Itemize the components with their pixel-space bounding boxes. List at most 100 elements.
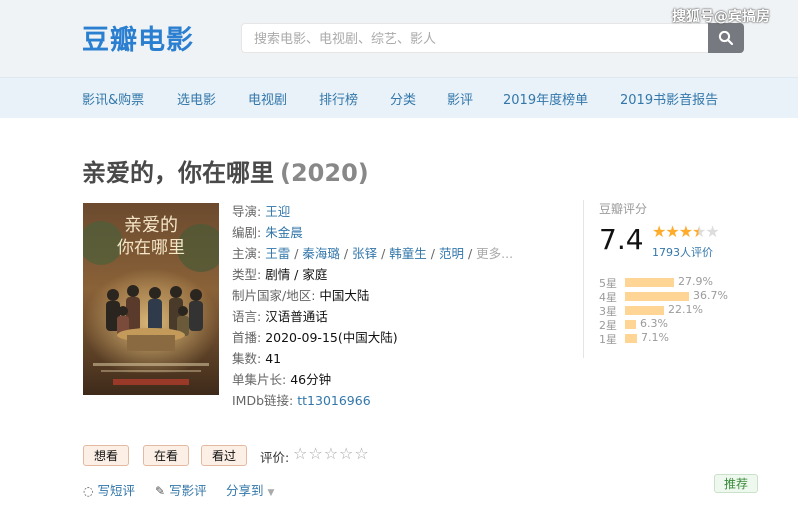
empty-star-icon[interactable]: ☆: [339, 444, 354, 463]
rating-row-pct: 22.1%: [668, 303, 703, 316]
writer-label: 编剧:: [232, 225, 262, 240]
rating-bar: [625, 320, 636, 329]
title-text: 亲爱的，你在哪里: [82, 159, 274, 187]
rating-row-pct: 36.7%: [693, 289, 728, 302]
empty-star-icon: ★: [705, 222, 719, 241]
write-short-review-label: 写短评: [97, 483, 135, 498]
poster-title-2: 你在哪里: [117, 238, 185, 258]
share-label: 分享到: [226, 483, 264, 498]
language-label: 语言:: [232, 309, 262, 324]
director-link[interactable]: 王迎: [265, 204, 290, 219]
genre-value: 剧情 / 家庭: [265, 267, 328, 282]
empty-star-icon[interactable]: ☆: [354, 444, 369, 463]
language-row: 语言: 汉语普通话: [232, 306, 513, 327]
cast-link[interactable]: 张铎: [352, 246, 377, 261]
share-dropdown[interactable]: 分享到 ▼: [226, 480, 274, 499]
nav-item-review[interactable]: 影评: [447, 89, 473, 108]
poster-image[interactable]: 亲爱的 你在哪里: [83, 203, 219, 395]
empty-star-icon[interactable]: ☆: [308, 444, 323, 463]
page-title: 亲爱的，你在哪里 (2020): [82, 153, 369, 188]
nav-item-report-2019[interactable]: 2019书影音报告: [620, 89, 718, 108]
write-review-link[interactable]: ✎ 写影评: [155, 480, 207, 499]
empty-star-icon[interactable]: ☆: [324, 444, 339, 463]
imdb-link[interactable]: tt13016966: [297, 393, 370, 408]
rating-row-pct: 27.9%: [678, 275, 713, 288]
episodes-value: 41: [265, 351, 282, 366]
watched-button[interactable]: 看过: [201, 445, 248, 466]
premiere-label: 首播:: [232, 330, 262, 345]
imdb-label: IMDb链接:: [232, 393, 294, 408]
star-icon: ★: [665, 222, 679, 241]
rating-row-pct: 7.1%: [641, 331, 669, 344]
cast-link[interactable]: 韩童生: [389, 246, 427, 261]
poster-title-1: 亲爱的: [124, 215, 178, 236]
search-box[interactable]: [241, 23, 709, 54]
imdb-row: IMDb链接: tt13016966: [232, 390, 513, 411]
rating-panel: 豆瓣评分 7.4 ★★★★★ 1793人评价 5星 27.9% 4星 36.7%…: [583, 200, 764, 358]
nav-item-tv[interactable]: 电视剧: [248, 89, 287, 108]
write-short-review-link[interactable]: ◌ 写短评: [83, 480, 135, 499]
rating-stars: ★★★★★: [652, 222, 720, 241]
country-label: 制片国家/地区:: [232, 288, 316, 303]
runtime-label: 单集片长:: [232, 372, 287, 387]
watching-button[interactable]: 在看: [143, 445, 190, 466]
pencil-icon: ✎: [155, 484, 166, 498]
search-button[interactable]: [708, 23, 744, 53]
rating-score: 7.4: [599, 223, 644, 256]
country-value: 中国大陆: [319, 288, 370, 303]
title-year: (2020): [280, 159, 369, 187]
rating-title: 豆瓣评分: [599, 202, 648, 216]
top-bar: 豆瓣电影 搜狐号@宾搞房: [0, 0, 798, 77]
poster-illustration: 亲爱的 你在哪里: [83, 203, 219, 395]
director-label: 导演:: [232, 204, 262, 219]
search-input[interactable]: [242, 24, 696, 54]
runtime-value: 46分钟: [290, 372, 332, 387]
genre-row: 类型: 剧情 / 家庭: [232, 264, 513, 285]
cast-separator: /: [290, 246, 303, 261]
rating-row-label: 1星: [599, 333, 617, 346]
write-review-label: 写影评: [169, 483, 207, 498]
info-panel: 导演: 王迎 编剧: 朱金晨 主演: 王雷 / 秦海璐 / 张铎 / 韩童生 /…: [232, 201, 513, 411]
rating-count-link[interactable]: 1793人评价: [652, 244, 713, 260]
writer-link[interactable]: 朱金晨: [265, 225, 303, 240]
nav-item-explore[interactable]: 选电影: [177, 89, 216, 108]
cast-separator: /: [426, 246, 439, 261]
star-icon: ★: [678, 222, 693, 241]
douban-movie-logo[interactable]: 豆瓣电影: [82, 18, 194, 57]
recommend-button[interactable]: 推荐: [714, 474, 758, 493]
writer-row: 编剧: 朱金晨: [232, 222, 513, 243]
cast-link[interactable]: 范明: [439, 246, 464, 261]
rating-bar: [625, 278, 674, 287]
nav-bar: 影讯&购票 选电影 电视剧 排行榜 分类 影评 2019年度榜单 2019书影音…: [0, 77, 798, 118]
nav-item-tickets[interactable]: 影讯&购票: [82, 89, 144, 108]
cast-link[interactable]: 秦海璐: [302, 246, 340, 261]
half-star-icon: ★: [692, 222, 706, 241]
want-to-watch-button[interactable]: 想看: [83, 445, 130, 466]
rate-label: 评价:: [260, 450, 290, 465]
cast-separator: /: [339, 246, 353, 261]
star-icon: ★: [652, 222, 666, 241]
cast-link[interactable]: 王雷: [265, 246, 290, 261]
cast-separator: /: [377, 246, 390, 261]
rating-bar: [625, 334, 637, 343]
premiere-value: 2020-09-15(中国大陆): [265, 330, 398, 345]
episodes-row: 集数: 41: [232, 348, 513, 369]
country-row: 制片国家/地区: 中国大陆: [232, 285, 513, 306]
cast-more-link[interactable]: 更多...: [476, 246, 513, 261]
rating-bar: [625, 306, 664, 315]
nav-item-annual-2019[interactable]: 2019年度榜单: [503, 89, 588, 108]
nav-item-tag[interactable]: 分类: [390, 89, 416, 108]
user-rating-stars[interactable]: ☆☆☆☆☆: [293, 444, 370, 463]
language-value: 汉语普通话: [265, 309, 328, 324]
episodes-label: 集数:: [232, 351, 262, 366]
empty-star-icon[interactable]: ☆: [293, 444, 308, 463]
cast-separator: /: [463, 246, 477, 261]
nav-item-chart[interactable]: 排行榜: [319, 89, 358, 108]
chevron-down-icon: ▼: [267, 488, 275, 498]
search-icon: [718, 30, 734, 46]
cast-row: 主演: 王雷 / 秦海璐 / 张铎 / 韩童生 / 范明 / 更多...: [232, 243, 513, 264]
runtime-row: 单集片长: 46分钟: [232, 369, 513, 390]
comment-icon: ◌: [83, 484, 94, 498]
director-row: 导演: 王迎: [232, 201, 513, 222]
premiere-row: 首播: 2020-09-15(中国大陆): [232, 327, 513, 348]
